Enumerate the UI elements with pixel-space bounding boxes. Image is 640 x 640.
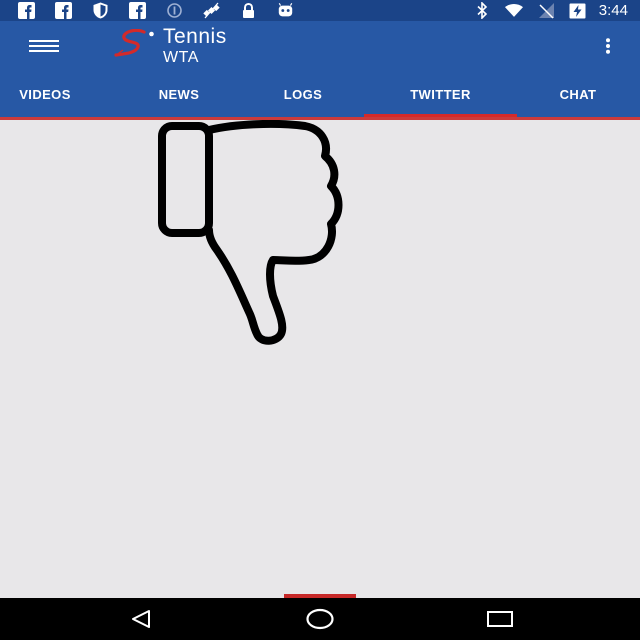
- status-time: 3:44: [598, 2, 628, 19]
- battery-charging-icon: [569, 2, 587, 19]
- supersport-logo: [114, 28, 158, 59]
- recents-icon: [487, 611, 513, 627]
- facebook-icon: [129, 2, 146, 19]
- title-block: Tennis WTA: [163, 25, 227, 67]
- thumbs-down-icon: [158, 120, 343, 345]
- satellite-icon: [203, 2, 220, 19]
- wifi-icon: [504, 2, 523, 19]
- status-bar: 3:44: [0, 0, 640, 21]
- facebook-icon: [18, 2, 35, 19]
- back-button[interactable]: [126, 606, 156, 632]
- overflow-menu-button[interactable]: [598, 34, 618, 58]
- more-vert-icon: [606, 38, 610, 54]
- facebook-icon: [55, 2, 72, 19]
- tab-twitter[interactable]: TWITTER: [364, 71, 517, 117]
- app-subtitle: WTA: [163, 49, 199, 66]
- system-status-icons: 3:44: [459, 2, 628, 19]
- shield-icon: [92, 2, 109, 19]
- menu-button[interactable]: [22, 33, 66, 59]
- back-icon: [132, 610, 150, 628]
- home-button[interactable]: [305, 606, 335, 632]
- app-bar: Tennis WTA: [0, 21, 640, 71]
- app-title: Tennis: [163, 25, 227, 48]
- hamburger-menu-icon: [29, 40, 59, 52]
- sync-icon: [166, 2, 183, 19]
- tab-logs[interactable]: LOGS: [247, 71, 359, 117]
- bluetooth-icon: [473, 2, 491, 19]
- no-signal-icon: [537, 2, 555, 19]
- android-icon: [277, 2, 294, 19]
- recents-button[interactable]: [485, 606, 515, 632]
- home-icon: [306, 608, 334, 630]
- navigation-bar: [0, 598, 640, 640]
- tab-chat[interactable]: CHAT: [522, 71, 634, 117]
- notification-icons: [18, 2, 314, 19]
- tab-videos[interactable]: VIDEOS: [0, 71, 90, 117]
- tab-news[interactable]: NEWS: [123, 71, 235, 117]
- content-area: [0, 120, 640, 597]
- lock-icon: [240, 2, 257, 19]
- tab-bar: VIDEOS NEWS LOGS TWITTER CHAT: [0, 71, 640, 117]
